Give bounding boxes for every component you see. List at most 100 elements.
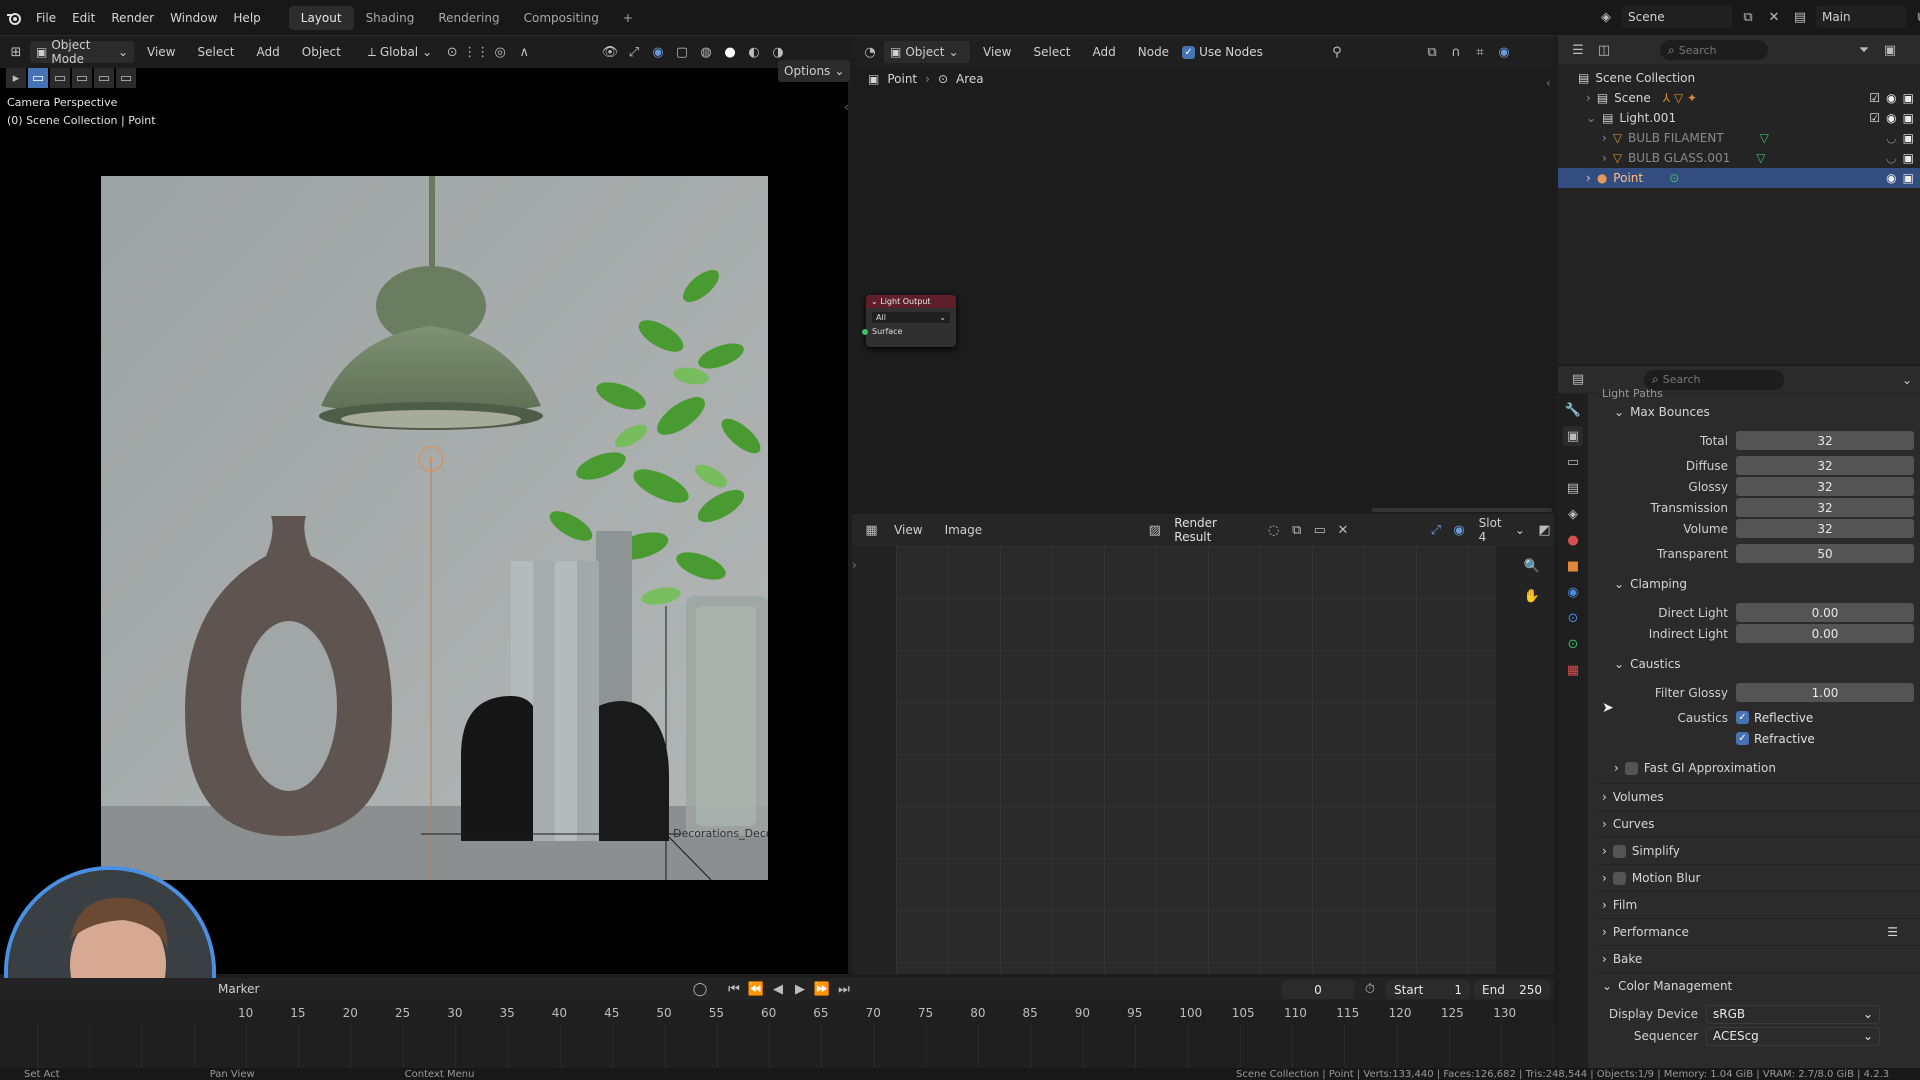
marker-menu[interactable]: Marker (218, 982, 259, 996)
new-collection-icon[interactable]: ▣ (1880, 40, 1900, 60)
image-editor-type-icon[interactable]: ▦ (862, 520, 881, 540)
image-canvas[interactable] (896, 546, 1496, 974)
eye-icon[interactable]: ◉ (1886, 171, 1896, 185)
breadcrumb-point[interactable]: Point (887, 72, 917, 86)
options-button[interactable]: Options ⌄ (778, 60, 851, 82)
magnet-icon[interactable]: ∩ (1446, 42, 1466, 62)
image-editor[interactable]: ▦ View Image ▨ Render Result ◌ ⧉ ▭ ✕ ⤢ ◉… (852, 514, 1554, 974)
outliner-row-bulb-glass[interactable]: › ▽ BULB GLASS.001 ▽ ◡ ▣ (1578, 148, 1920, 168)
3d-viewport[interactable]: ⊞ ▣ Object Mode ⌄ View Select Add Object… (0, 36, 851, 1078)
end-frame-field[interactable]: End 250 (1474, 980, 1550, 999)
panel-motion-blur[interactable]: › Motion Blur (1598, 864, 1920, 891)
snap-node-icon[interactable]: ⧉ (1422, 42, 1442, 62)
motion-blur-checkbox[interactable] (1612, 871, 1626, 885)
select-intersect-icon[interactable]: ▭ (116, 68, 136, 88)
select-invert-icon[interactable]: ▭ (94, 68, 114, 88)
panel-curves[interactable]: › Curves (1598, 810, 1920, 837)
select-new-icon[interactable]: ▭ (28, 68, 48, 88)
max-bounces-section[interactable]: ⌄ Max Bounces (1598, 400, 1920, 424)
visibility-icon[interactable]: 👁 (600, 42, 620, 62)
scene-tab-icon[interactable]: ◈ (1563, 504, 1583, 524)
image-overlay-icon[interactable]: ◉ (1450, 520, 1469, 540)
panel-performance[interactable]: › Performance ☰ (1598, 918, 1920, 945)
start-frame-field[interactable]: Start 1 (1386, 980, 1470, 999)
volume-field[interactable]: 32 (1736, 519, 1914, 538)
checkbox-icon[interactable]: ☑ (1869, 91, 1880, 105)
panel-color-management[interactable]: ⌄ Color Management (1598, 972, 1920, 999)
auto-keying-icon[interactable]: ◯ (690, 979, 710, 999)
select-extend-icon[interactable]: ▭ (50, 68, 70, 88)
scene-selector[interactable]: Scene (1622, 6, 1732, 28)
outliner-row-scene-collection[interactable]: ▤ Scene Collection (1578, 68, 1920, 88)
viewport-menu-select[interactable]: Select (188, 45, 243, 59)
light-data-tab-icon[interactable]: ⊙ (1563, 634, 1583, 654)
properties-type-icon[interactable]: ▤ (1568, 370, 1588, 390)
slot-selector[interactable]: Slot 4 ⌄ (1472, 516, 1531, 544)
frame-ruler[interactable]: 10 15 20 25 30 35 40 45 50 55 60 65 70 75 80 85 90 95 100 1… (0, 1000, 1554, 1024)
pan-hand-icon[interactable]: ✋ (1522, 586, 1542, 606)
stopwatch-icon[interactable]: ⏱ (1360, 979, 1380, 999)
menu-edit[interactable]: Edit (64, 0, 103, 36)
delete-scene-icon[interactable]: ✕ (1764, 7, 1784, 27)
refractive-checkbox[interactable]: ✓ (1736, 732, 1749, 745)
filter-glossy-field[interactable]: 1.00 (1736, 683, 1914, 702)
fast-gi-checkbox[interactable] (1624, 761, 1638, 775)
total-field[interactable]: 32 (1736, 431, 1914, 450)
sidebar-toggle-icon[interactable]: ‹ (1546, 76, 1551, 90)
unlink-image-icon[interactable]: ✕ (1333, 520, 1352, 540)
viewport-menu-view[interactable]: View (138, 45, 184, 59)
outliner-row-point[interactable]: › ● Point ⊙ ◉ ▣ (1558, 168, 1920, 188)
gizmo-icon[interactable]: ⤢ (624, 42, 644, 62)
new-scene-icon[interactable]: ⧉ (1738, 7, 1758, 27)
node-menu-select[interactable]: Select (1024, 45, 1079, 59)
camera-render-icon[interactable]: ▣ (1903, 91, 1914, 105)
display-mode-icon[interactable]: ◫ (1594, 40, 1614, 60)
overlay-icon[interactable]: ◉ (648, 42, 668, 62)
view-layer-selector[interactable]: Main (1816, 6, 1906, 28)
menu-window[interactable]: Window (162, 0, 225, 36)
jump-start-icon[interactable]: ⏮ (724, 979, 744, 999)
light-paths-section[interactable]: Light Paths (1598, 386, 1920, 400)
display-device-select[interactable]: sRGB ⌄ (1706, 1004, 1880, 1024)
clamping-section[interactable]: ⌄ Clamping (1598, 572, 1920, 596)
viewport-menu-object[interactable]: Object (293, 45, 350, 59)
outliner-type-icon[interactable]: ☰ (1568, 40, 1588, 60)
pin-icon[interactable]: ⚲ (1327, 42, 1347, 62)
prev-keyframe-icon[interactable]: ⏪ (746, 979, 766, 999)
constraints-tab-icon[interactable]: ⊙ (1563, 608, 1583, 628)
breadcrumb-area[interactable]: Area (956, 72, 984, 86)
fake-user-icon[interactable]: ◌ (1264, 520, 1283, 540)
pivot-icon[interactable]: ⊙ (442, 42, 462, 62)
outliner-row-bulb-filament[interactable]: › ▽ BULB FILAMENT ▽ ◡ ▣ (1578, 128, 1920, 148)
menu-render[interactable]: Render (103, 0, 162, 36)
node-overlay-icon[interactable]: ◉ (1494, 42, 1514, 62)
checkbox-icon[interactable]: ☑ (1869, 111, 1880, 125)
menu-help[interactable]: Help (225, 0, 268, 36)
simplify-checkbox[interactable] (1612, 844, 1626, 858)
scene-icon[interactable]: ◈ (1596, 7, 1616, 27)
expand-icon[interactable]: › (1586, 91, 1591, 105)
camera-render-icon[interactable]: ▣ (1903, 151, 1914, 165)
diffuse-field[interactable]: 32 (1736, 456, 1914, 475)
tab-layout[interactable]: Layout (288, 6, 354, 30)
viewport-menu-add[interactable]: Add (248, 45, 289, 59)
horizontal-scrollbar[interactable] (1372, 508, 1552, 512)
node-editor-type-icon[interactable]: ◔ (860, 42, 880, 62)
node-target-select[interactable]: All ⌄ (872, 312, 950, 323)
use-nodes-checkbox[interactable]: ✓ (1182, 45, 1196, 59)
eye-icon[interactable]: ◉ (1886, 91, 1896, 105)
texture-tab-icon[interactable]: ▦ (1563, 660, 1583, 680)
reflective-checkbox[interactable]: ✓ (1736, 711, 1749, 724)
mode-selector[interactable]: ▣ Object Mode ⌄ (30, 38, 134, 66)
world-tab-icon[interactable]: ● (1563, 530, 1583, 550)
modifiers-tab-icon[interactable]: ◉ (1563, 582, 1583, 602)
render-result-label[interactable]: Render Result (1168, 516, 1260, 544)
panel-bake[interactable]: › Bake (1598, 945, 1920, 972)
open-image-icon[interactable]: ▭ (1310, 520, 1329, 540)
material-shading-icon[interactable]: ◐ (744, 42, 764, 62)
shader-editor[interactable]: ◔ ▣ Object ⌄ View Select Add Node ✓ Use … (852, 36, 1554, 514)
outliner-row-scene[interactable]: › ▤ Scene ⅄ ▽ ✦ ☑ ◉ ▣ (1578, 88, 1920, 108)
menu-file[interactable]: File (28, 0, 64, 36)
camera-render-icon[interactable]: ▣ (1903, 131, 1914, 145)
zoom-icon[interactable]: 🔍 (1522, 556, 1542, 576)
